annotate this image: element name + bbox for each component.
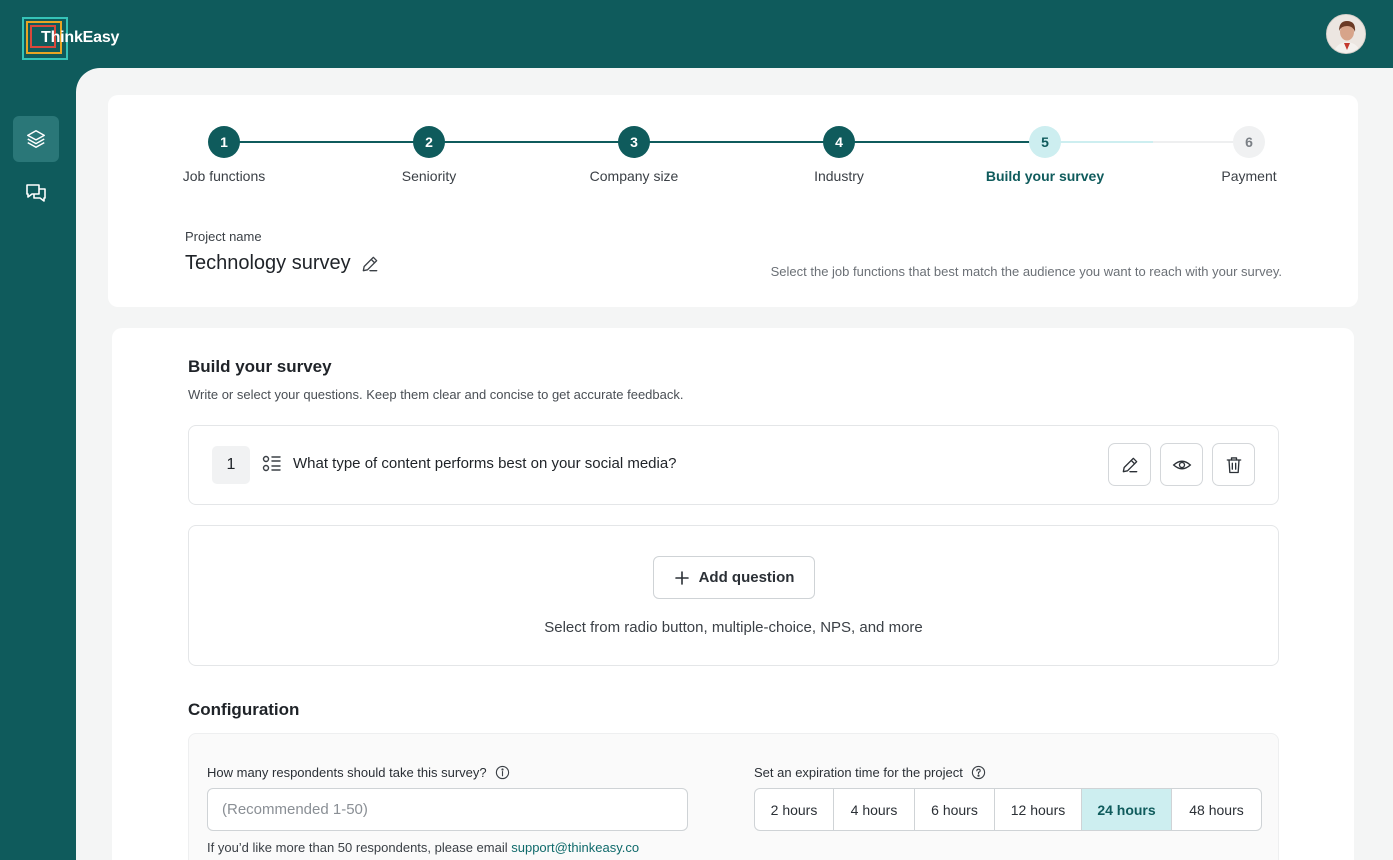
- support-email-link[interactable]: support@thinkeasy.co: [511, 840, 639, 855]
- question-number: 1: [212, 446, 250, 484]
- info-icon[interactable]: [495, 765, 510, 780]
- configuration-title: Configuration: [188, 700, 300, 719]
- survey-builder-card: Build your survey Write or select your q…: [112, 328, 1354, 860]
- expiration-option-2h[interactable]: 2 hours: [755, 789, 834, 830]
- respondents-help-text: If you’d like more than 50 respondents, …: [207, 840, 512, 855]
- step-1-label[interactable]: Job functions: [124, 168, 324, 184]
- chat-icon: [26, 184, 46, 202]
- configuration-panel: How many respondents should take this su…: [188, 733, 1279, 860]
- step-2-circle[interactable]: 2: [413, 126, 445, 158]
- step-4-circle[interactable]: 4: [823, 126, 855, 158]
- builder-subtitle: Write or select your questions. Keep the…: [188, 387, 684, 402]
- add-question-hint: Select from radio button, multiple-choic…: [544, 619, 923, 636]
- expiration-selector: 2 hours 4 hours 6 hours 12 hours 24 hour…: [754, 788, 1262, 831]
- respondents-help: If you’d like more than 50 respondents, …: [207, 840, 639, 855]
- edit-pencil-icon: [1122, 457, 1137, 472]
- sidebar-item-projects[interactable]: [13, 116, 59, 162]
- preview-question-button[interactable]: [1160, 443, 1203, 486]
- edit-pencil-icon[interactable]: [360, 254, 380, 274]
- expiration-label-text: Set an expiration time for the project: [754, 765, 963, 780]
- user-avatar[interactable]: [1326, 14, 1366, 54]
- stepper-line-current: [1060, 141, 1153, 143]
- stepper-line-remaining: [1153, 141, 1233, 143]
- brand-name: ThinkEasy: [41, 29, 120, 46]
- step-4-label[interactable]: Industry: [739, 168, 939, 184]
- progress-stepper: 1 Job functions 2 Seniority 3 Company si…: [108, 95, 1358, 215]
- add-question-button[interactable]: Add question: [653, 556, 815, 599]
- sidebar-item-messages[interactable]: [13, 170, 59, 216]
- expiration-option-48h[interactable]: 48 hours: [1172, 789, 1261, 830]
- project-name-label: Project name: [185, 229, 262, 244]
- add-question-label: Add question: [698, 569, 795, 586]
- expiration-option-6h[interactable]: 6 hours: [915, 789, 995, 830]
- project-name: Technology survey: [185, 252, 380, 275]
- layers-icon: [27, 130, 45, 148]
- top-bar: ThinkEasy: [0, 0, 1393, 68]
- builder-title: Build your survey: [188, 357, 332, 376]
- question-row[interactable]: 1 What type of content performs best on …: [188, 425, 1279, 505]
- expiration-option-24h[interactable]: 24 hours: [1082, 789, 1172, 830]
- trash-icon: [1226, 456, 1241, 473]
- step-6-circle: 6: [1233, 126, 1265, 158]
- delete-question-button[interactable]: [1212, 443, 1255, 486]
- step-1-circle[interactable]: 1: [208, 126, 240, 158]
- project-name-text: Technology survey: [185, 252, 351, 274]
- plus-icon: [674, 570, 689, 585]
- list-options-icon: [262, 455, 281, 472]
- eye-icon: [1172, 460, 1191, 469]
- expiration-option-4h[interactable]: 4 hours: [834, 789, 915, 830]
- respondents-input[interactable]: [207, 788, 688, 831]
- expiration-label: Set an expiration time for the project: [754, 765, 986, 780]
- step-5-circle[interactable]: 5: [1029, 126, 1061, 158]
- add-question-area: Add question Select from radio button, m…: [188, 525, 1279, 666]
- respondents-label: How many respondents should take this su…: [207, 765, 510, 780]
- sidebar: [0, 68, 76, 860]
- step-5-label[interactable]: Build your survey: [945, 168, 1145, 184]
- help-icon[interactable]: [971, 765, 986, 780]
- project-hint: Select the job functions that best match…: [770, 264, 1282, 279]
- step-3-circle[interactable]: 3: [618, 126, 650, 158]
- question-text: What type of content performs best on yo…: [293, 455, 677, 472]
- respondents-label-text: How many respondents should take this su…: [207, 765, 487, 780]
- main-content: 1 Job functions 2 Seniority 3 Company si…: [76, 68, 1393, 860]
- expiration-option-12h[interactable]: 12 hours: [995, 789, 1082, 830]
- edit-question-button[interactable]: [1108, 443, 1151, 486]
- step-3-label[interactable]: Company size: [534, 168, 734, 184]
- step-2-label[interactable]: Seniority: [329, 168, 529, 184]
- project-header-card: 1 Job functions 2 Seniority 3 Company si…: [108, 95, 1358, 307]
- step-6-label: Payment: [1221, 168, 1277, 184]
